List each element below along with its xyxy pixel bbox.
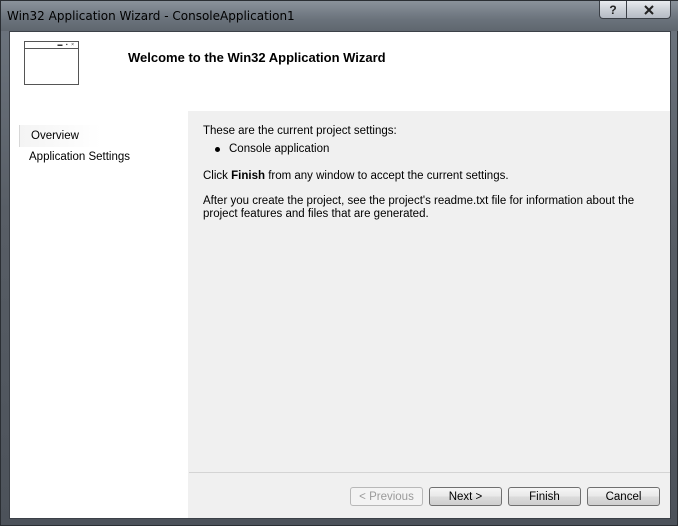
overview-content: These are the current project settings: … (189, 111, 670, 471)
previous-button[interactable]: < Previous (350, 487, 423, 506)
title-bar-buttons: ? (599, 1, 671, 19)
cancel-button[interactable]: Cancel (587, 487, 660, 506)
footer-divider (189, 472, 670, 473)
next-button[interactable]: Next > (429, 487, 502, 506)
window-icon: ▬ ▪ × (24, 41, 79, 85)
help-icon: ? (609, 2, 617, 17)
finish-suffix: from any window to accept the current se… (265, 170, 509, 182)
finish-instruction: Click Finish from any window to accept t… (203, 170, 509, 183)
finish-bold: Finish (231, 170, 265, 182)
sidebar-item-overview[interactable]: Overview (19, 125, 101, 147)
wizard-header: ▬ ▪ × Welcome to the Win32 Application W… (10, 32, 670, 111)
page-title: Welcome to the Win32 Application Wizard (128, 50, 386, 65)
setting-console-application: Console application (229, 143, 330, 155)
settings-intro: These are the current project settings: (203, 125, 397, 137)
finish-button[interactable]: Finish (508, 487, 581, 506)
wizard-sidebar: Overview Application Settings (10, 111, 188, 518)
help-button[interactable]: ? (599, 1, 627, 19)
close-icon (643, 4, 654, 15)
sidebar-item-label: Application Settings (29, 151, 131, 163)
wizard-client-area: ▬ ▪ × Welcome to the Win32 Application W… (9, 31, 671, 519)
bullet-icon (215, 146, 220, 152)
readme-note-line-1: After you create the project, see the pr… (203, 195, 635, 207)
close-button[interactable] (627, 1, 671, 19)
wizard-window: Win32 Application Wizard - ConsoleApplic… (0, 0, 678, 526)
sidebar-item-application-settings[interactable]: Application Settings (20, 149, 130, 163)
readme-note-line-2: project features and files that are gene… (203, 208, 429, 220)
title-bar[interactable]: Win32 Application Wizard - ConsoleApplic… (1, 1, 678, 31)
sidebar-item-label: Overview (31, 130, 79, 142)
finish-prefix: Click (203, 170, 232, 182)
list-item: Console application (215, 143, 329, 155)
window-title: Win32 Application Wizard - ConsoleApplic… (7, 9, 295, 23)
